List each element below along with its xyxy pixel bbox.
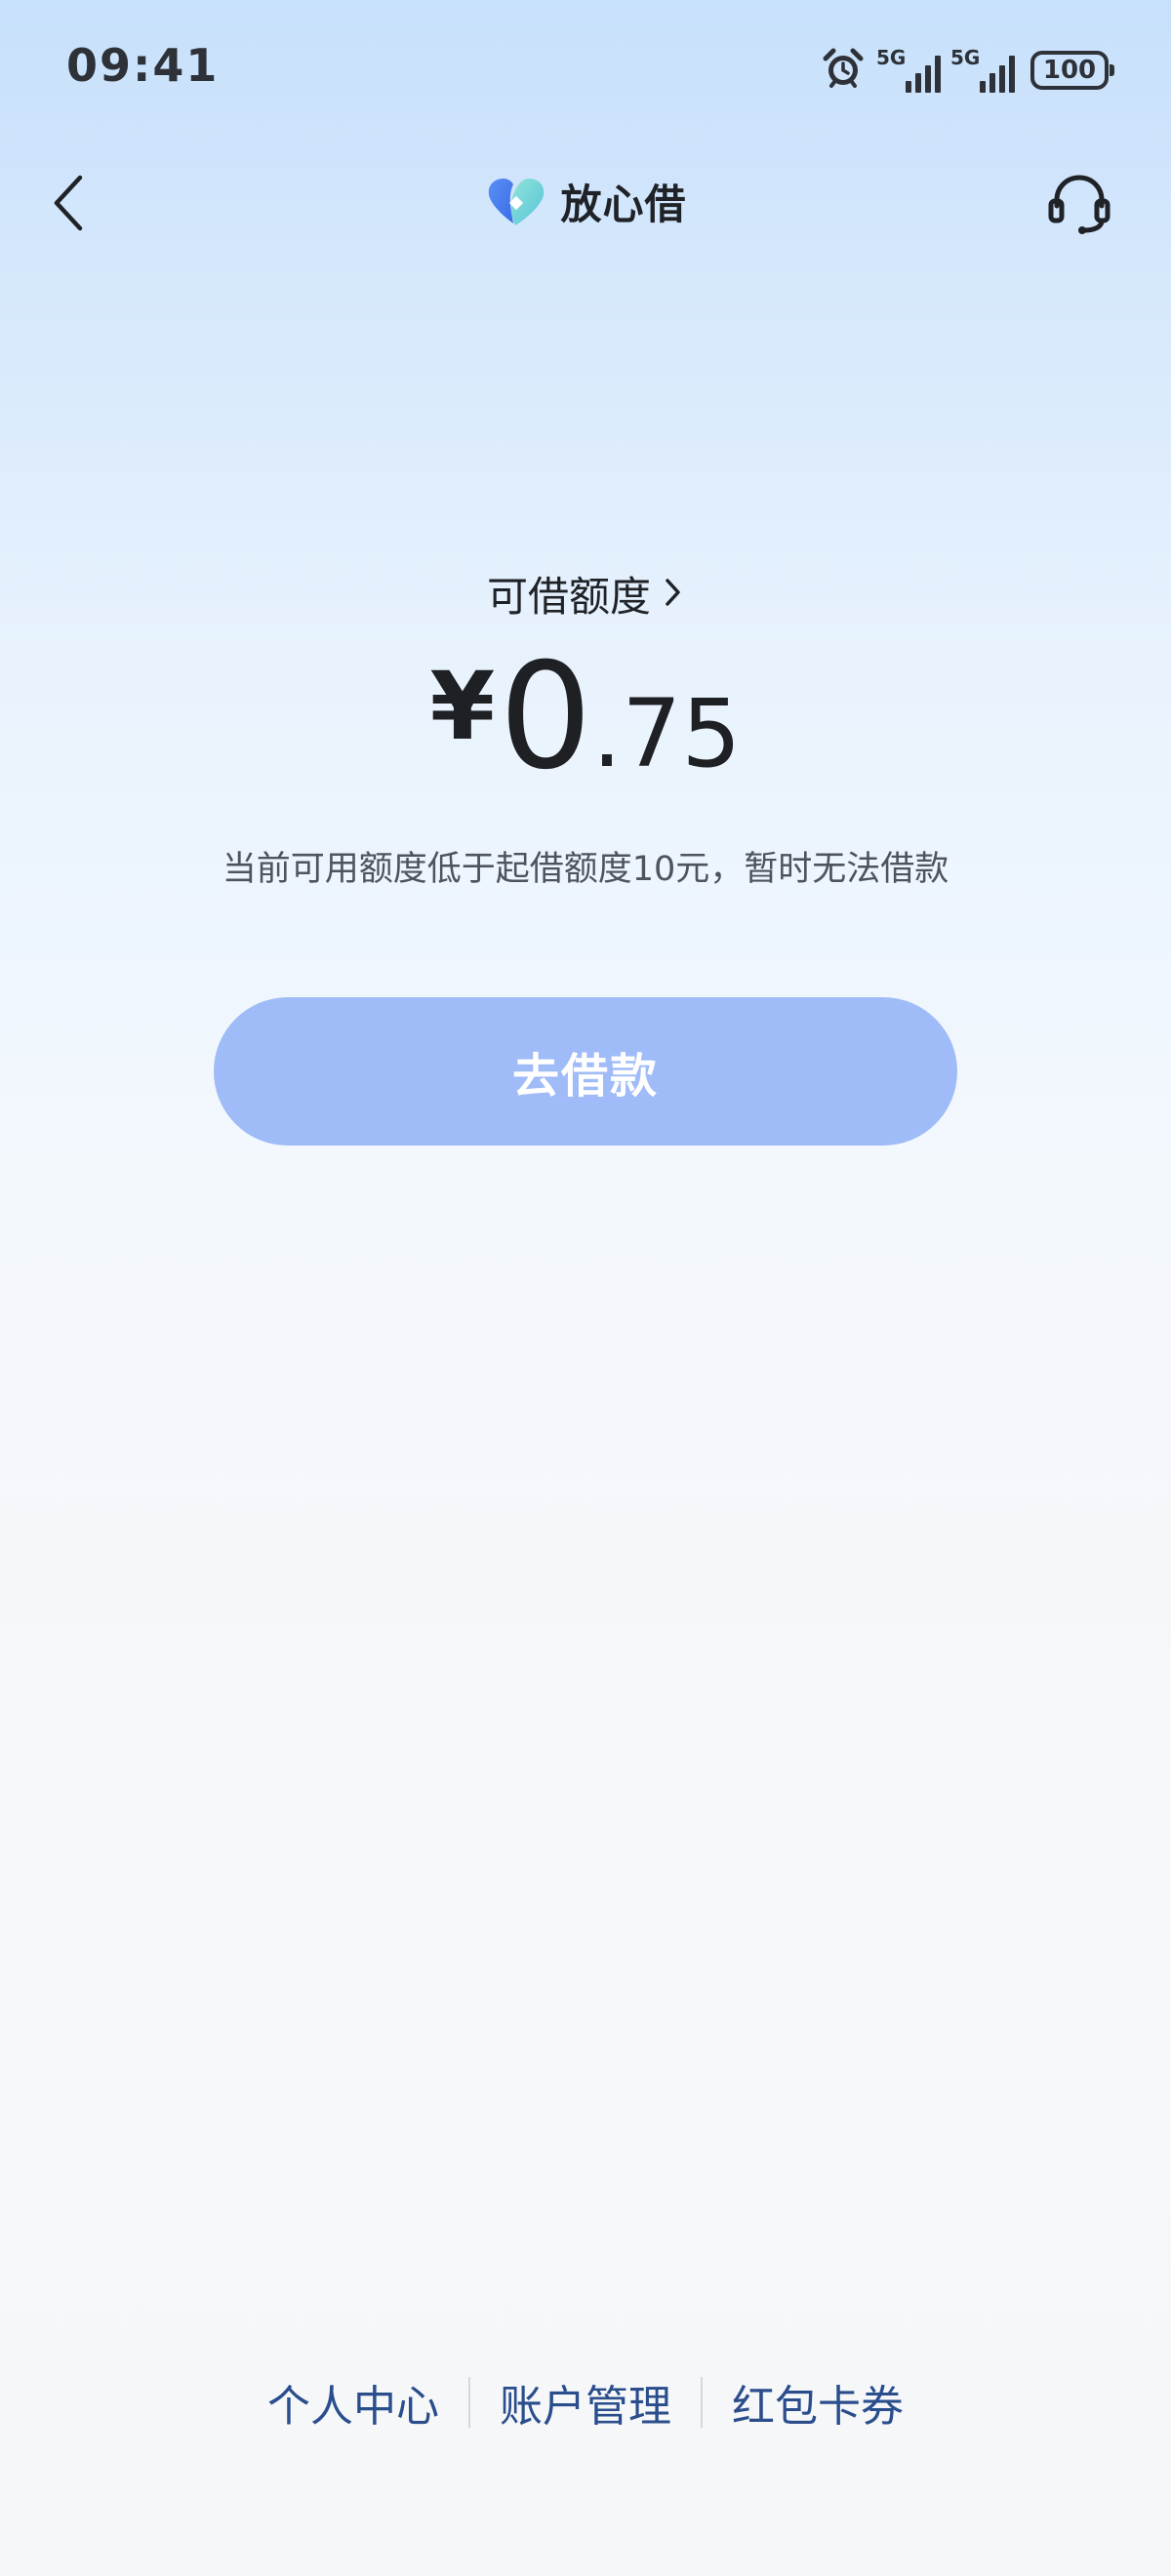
account-management-link[interactable]: 账户管理: [470, 2371, 701, 2434]
signal-icon: 5G: [876, 46, 941, 95]
battery-icon: 100: [1030, 51, 1114, 90]
signal-icon: 5G: [950, 46, 1015, 95]
battery-level: 100: [1042, 56, 1097, 85]
brand-logo-icon: [484, 173, 548, 231]
status-time: 09:41: [66, 39, 220, 92]
coupons-link[interactable]: 红包卡券: [703, 2371, 933, 2434]
chevron-right-icon: [663, 575, 684, 614]
amount-decimal: .75: [591, 679, 742, 788]
personal-center-link[interactable]: 个人中心: [238, 2371, 468, 2434]
available-credit-link[interactable]: 可借额度: [0, 564, 1171, 624]
network-type-label: 5G: [950, 46, 981, 69]
brand: 放心借: [0, 172, 1171, 231]
borrow-button[interactable]: 去借款: [214, 997, 957, 1146]
brand-name: 放心借: [560, 181, 687, 228]
amount-integer: 0: [499, 632, 592, 802]
alarm-icon: [820, 45, 867, 96]
customer-service-button[interactable]: [1038, 164, 1120, 246]
footer-links: 个人中心 账户管理 红包卡券: [0, 2371, 1171, 2434]
network-type-label: 5G: [876, 46, 907, 69]
currency-symbol: ¥: [429, 652, 496, 761]
available-credit-label: 可借额度: [486, 573, 651, 621]
borrow-button-label: 去借款: [511, 1049, 659, 1104]
credit-amount: ¥ 0 .75: [0, 644, 1171, 790]
status-icons: 5G 5G 100: [820, 43, 1114, 98]
credit-notice: 当前可用额度低于起借额度10元，暂时无法借款: [222, 850, 949, 889]
customer-service-headset-icon: [1045, 169, 1113, 241]
